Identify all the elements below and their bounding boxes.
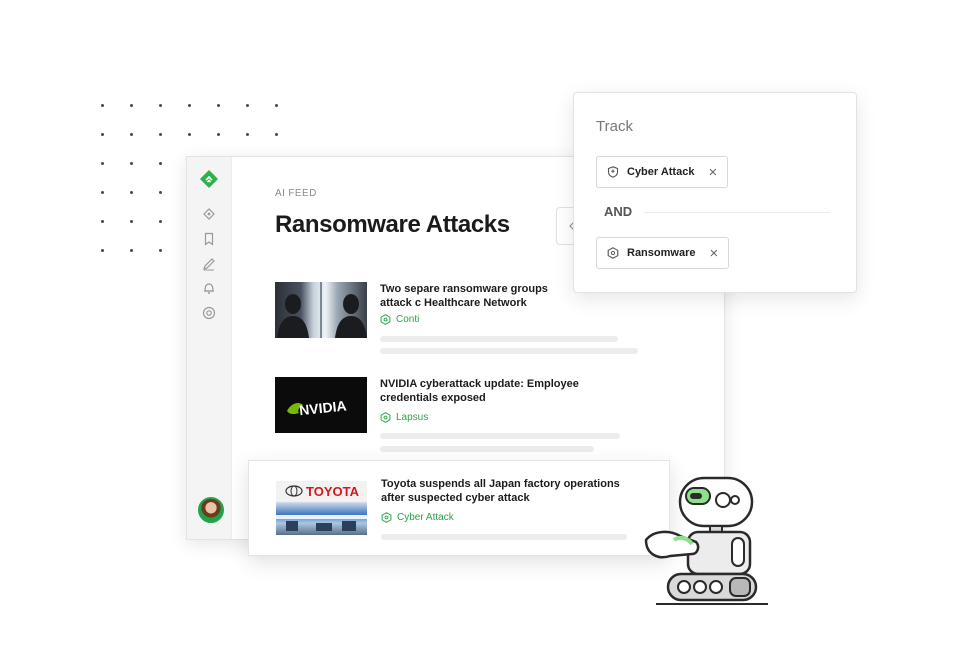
dot — [217, 104, 220, 107]
track-title: Track — [596, 118, 633, 135]
dot — [159, 249, 162, 252]
placeholder-bar — [381, 534, 627, 540]
dot — [275, 133, 278, 136]
nvidia-logo-text: NVIDIA — [298, 397, 347, 418]
hexagon-icon — [381, 512, 392, 523]
article-tag-label: Conti — [396, 314, 420, 325]
feed-label: AI FEED — [275, 188, 317, 199]
bookmark-icon[interactable] — [202, 232, 216, 246]
article-tag[interactable]: Conti — [380, 314, 419, 325]
close-icon[interactable]: × — [709, 245, 718, 262]
dot — [188, 104, 191, 107]
dot — [130, 249, 133, 252]
dot — [188, 133, 191, 136]
sidebar — [187, 157, 232, 539]
page-title: Ransomware Attacks — [275, 211, 510, 238]
dot — [101, 249, 104, 252]
dot — [101, 104, 104, 107]
article-tag-label: Cyber Attack — [397, 512, 454, 523]
dot — [130, 191, 133, 194]
article-thumbnail: NVIDIA — [275, 377, 367, 433]
article-tag[interactable]: Lapsus — [380, 412, 428, 423]
hexagon-icon — [380, 314, 391, 325]
divider — [644, 212, 830, 213]
dot — [130, 220, 133, 223]
dot — [217, 133, 220, 136]
user-avatar[interactable] — [198, 497, 224, 523]
track-chip-cyber-attack[interactable]: Cyber Attack × — [596, 156, 729, 188]
track-panel: Track Cyber Attack × AND Ransomware × — [573, 92, 857, 293]
track-chip-label: Cyber Attack — [627, 166, 695, 178]
pencil-icon[interactable] — [202, 257, 216, 271]
article-thumbnail: TOYOTA — [276, 481, 367, 535]
dot — [159, 191, 162, 194]
article-thumbnail — [275, 282, 367, 338]
track-chip-label: Ransomware — [627, 247, 696, 259]
highlighted-article-card[interactable]: TOYOTA Toyota suspends all Japan factory… — [248, 460, 670, 556]
operator-label[interactable]: AND — [604, 204, 632, 219]
dot — [159, 104, 162, 107]
toyota-logo-text: TOYOTA — [306, 484, 360, 499]
bell-icon[interactable] — [202, 281, 216, 295]
dot — [246, 133, 249, 136]
dot — [101, 133, 104, 136]
dot — [130, 133, 133, 136]
article-tag[interactable]: Cyber Attack — [381, 512, 454, 523]
support-icon[interactable] — [202, 306, 216, 320]
dot — [275, 104, 278, 107]
dot — [130, 104, 133, 107]
article-tag-label: Lapsus — [396, 412, 429, 423]
robot-mascot-illustration — [640, 474, 770, 608]
article-row[interactable]: NVIDIA NVIDIA cyberattack update: Employ… — [275, 377, 705, 457]
hexagon-icon — [607, 247, 619, 259]
close-icon[interactable]: × — [708, 164, 717, 181]
dot — [159, 162, 162, 165]
placeholder-bar — [380, 336, 618, 342]
feedly-logo-icon[interactable] — [199, 169, 219, 189]
article-title[interactable]: Toyota suspends all Japan factory operat… — [381, 477, 621, 505]
dot — [130, 162, 133, 165]
dot — [101, 191, 104, 194]
placeholder-bar — [380, 348, 638, 354]
dot — [159, 133, 162, 136]
dot — [246, 104, 249, 107]
dot — [101, 162, 104, 165]
article-title[interactable]: NVIDIA cyberattack update: Employee cred… — [380, 377, 580, 405]
placeholder-bar — [380, 433, 620, 439]
article-row[interactable]: Two separe ransomware groups attack c He… — [275, 282, 705, 362]
tag-icon[interactable] — [202, 207, 216, 221]
hexagon-icon — [380, 412, 391, 423]
track-chip-ransomware[interactable]: Ransomware × — [596, 237, 730, 269]
placeholder-bar — [380, 446, 594, 452]
dot — [101, 220, 104, 223]
dot — [159, 220, 162, 223]
article-title[interactable]: Two separe ransomware groups attack c He… — [380, 282, 580, 310]
shield-icon — [607, 166, 619, 178]
